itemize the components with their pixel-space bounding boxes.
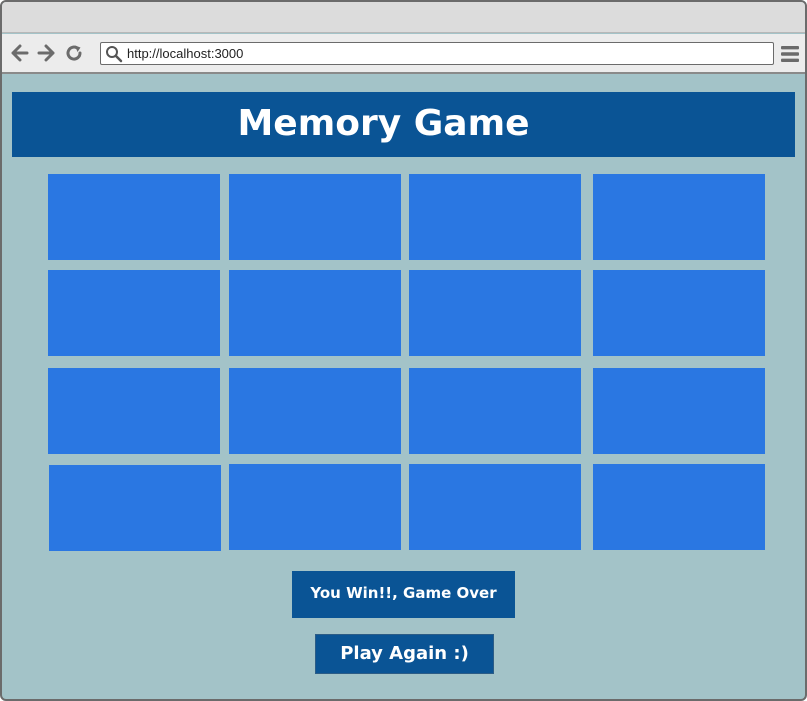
reload-icon[interactable] — [65, 44, 83, 62]
card-r2-c1[interactable] — [48, 270, 220, 356]
hamburger-menu-icon[interactable] — [781, 45, 799, 63]
page-title: Memory Game — [237, 103, 530, 144]
header-banner: Memory Game — [12, 92, 795, 157]
card-r4-c2[interactable] — [229, 464, 401, 550]
card-r3-c2[interactable] — [229, 368, 401, 454]
address-bar[interactable]: http://localhost:3000 — [100, 42, 774, 65]
card-r1-c2[interactable] — [229, 174, 401, 260]
card-r4-c4[interactable] — [593, 464, 765, 550]
play-again-button[interactable]: Play Again :) — [315, 634, 494, 674]
card-r3-c3[interactable] — [409, 368, 581, 454]
card-r2-c3[interactable] — [409, 270, 581, 356]
card-r3-c4[interactable] — [593, 368, 765, 454]
card-r4-c1[interactable] — [49, 465, 221, 551]
card-r2-c2[interactable] — [229, 270, 401, 356]
title-bar — [2, 2, 805, 33]
card-r1-c3[interactable] — [409, 174, 581, 260]
game-status-message: You Win!!, Game Over — [292, 571, 515, 618]
card-r1-c4[interactable] — [593, 174, 765, 260]
browser-toolbar: http://localhost:3000 — [2, 34, 805, 74]
forward-arrow-icon[interactable] — [37, 44, 55, 62]
card-r1-c1[interactable] — [48, 174, 220, 260]
back-arrow-icon[interactable] — [11, 44, 29, 62]
card-r3-c1[interactable] — [48, 368, 220, 454]
url-text: http://localhost:3000 — [127, 46, 244, 61]
browser-window: http://localhost:3000 Memory Game You Wi… — [0, 0, 807, 701]
search-icon — [106, 46, 123, 63]
card-r4-c3[interactable] — [409, 464, 581, 550]
card-r2-c4[interactable] — [593, 270, 765, 356]
